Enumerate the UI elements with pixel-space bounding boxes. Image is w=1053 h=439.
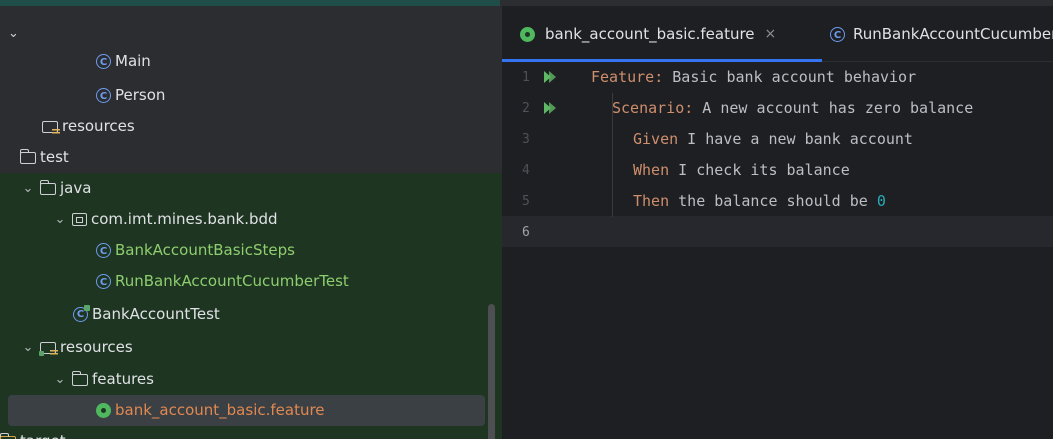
- folder-icon: [71, 370, 88, 386]
- line-number: 5: [522, 194, 530, 209]
- chevron-down-icon[interactable]: ⌄: [8, 26, 19, 41]
- tree-item-bankaccounttest[interactable]: C BankAccountTest: [73, 299, 220, 330]
- code-text: I check its balance: [669, 161, 850, 179]
- chevron-down-icon[interactable]: ⌄: [20, 173, 36, 204]
- project-tree-header: ⌄: [0, 6, 502, 62]
- gherkin-keyword: When: [633, 161, 670, 179]
- tab-runbankaccountcucumbertest[interactable]: C RunBankAccountCucumberTest: [830, 6, 1053, 62]
- chevron-down-icon[interactable]: ⌄: [20, 332, 36, 363]
- code-text: Basic bank account behavior: [663, 68, 917, 86]
- line-number: 2: [522, 101, 530, 116]
- code-text: A new account has zero balance: [693, 99, 974, 117]
- line-number: 4: [522, 163, 530, 178]
- cucumber-icon: [520, 26, 535, 42]
- tree-item-main[interactable]: C Main: [96, 46, 151, 77]
- folder-icon: [19, 148, 36, 164]
- line-number: 6: [522, 225, 530, 240]
- package-icon: [72, 213, 87, 226]
- class-icon: C: [96, 54, 111, 69]
- cucumber-icon: [96, 403, 111, 418]
- tree-item-resources-test[interactable]: ⌄ resources: [0, 332, 133, 363]
- tree-item-bankaccountbasicsteps[interactable]: C BankAccountBasicSteps: [96, 235, 295, 266]
- resources-folder-icon: [42, 120, 60, 135]
- tree-item-person[interactable]: C Person: [96, 80, 165, 111]
- tree-item-package[interactable]: ⌄ com.imt.mines.bank.bdd: [0, 204, 278, 235]
- tree-item-java[interactable]: ⌄ java: [0, 173, 92, 204]
- tree-item-bank-account-feature[interactable]: bank_account_basic.feature: [96, 395, 325, 426]
- code-editor[interactable]: 1 Feature: Basic bank account behavior 2…: [502, 62, 1053, 439]
- close-icon[interactable]: ×: [765, 26, 777, 42]
- code-line: 2 Scenario: A new account has zero balan…: [502, 93, 1053, 124]
- gherkin-keyword: Then: [633, 192, 670, 210]
- numeric-literal: 0: [876, 192, 886, 210]
- tree-item-resources-main[interactable]: resources: [42, 111, 135, 142]
- test-resources-folder-icon: [39, 341, 58, 356]
- gherkin-keyword: Given: [633, 130, 679, 148]
- code-line: 1 Feature: Basic bank account behavior: [502, 62, 1053, 93]
- code-line: 4 When I check its balance: [502, 155, 1053, 186]
- tree-item-features[interactable]: ⌄ features: [0, 364, 154, 395]
- gherkin-keyword: Scenario:: [612, 99, 694, 117]
- project-tree-panel: ⌄ C Main C Person resources test ⌄ java …: [0, 6, 502, 439]
- class-icon: C: [96, 88, 111, 103]
- test-class-icon: C: [73, 305, 90, 322]
- tree-item-runbankaccountcucumbertest[interactable]: C RunBankAccountCucumberTest: [96, 266, 349, 297]
- run-scenario-icon[interactable]: [544, 102, 556, 114]
- excluded-folder-icon: [0, 432, 16, 439]
- editor-tab-bar: bank_account_basic.feature × C RunBankAc…: [502, 6, 1053, 62]
- code-line: 3 Given I have a new bank account: [502, 124, 1053, 155]
- tab-bank-account-feature[interactable]: bank_account_basic.feature ×: [502, 6, 822, 62]
- code-text: the balance should be: [669, 192, 877, 210]
- class-icon: C: [96, 274, 111, 289]
- line-number: 1: [522, 70, 530, 85]
- tree-item-test[interactable]: test: [19, 142, 69, 173]
- line-number: 3: [522, 132, 530, 147]
- class-icon: C: [830, 26, 845, 42]
- editor-panel: bank_account_basic.feature × C RunBankAc…: [502, 6, 1053, 439]
- chevron-down-icon[interactable]: ⌄: [52, 204, 68, 235]
- chevron-down-icon[interactable]: ⌄: [52, 364, 68, 395]
- code-text: I have a new bank account: [678, 130, 913, 148]
- code-line: 5 Then the balance should be 0: [502, 186, 1053, 217]
- tree-item-target[interactable]: target: [0, 426, 66, 439]
- source-folder-icon: [39, 179, 56, 195]
- tree-scrollbar[interactable]: [488, 304, 495, 439]
- code-line-current: 6: [502, 217, 1053, 248]
- run-feature-icon[interactable]: [544, 71, 556, 83]
- gherkin-keyword: Feature:: [591, 68, 664, 86]
- class-icon: C: [96, 243, 111, 258]
